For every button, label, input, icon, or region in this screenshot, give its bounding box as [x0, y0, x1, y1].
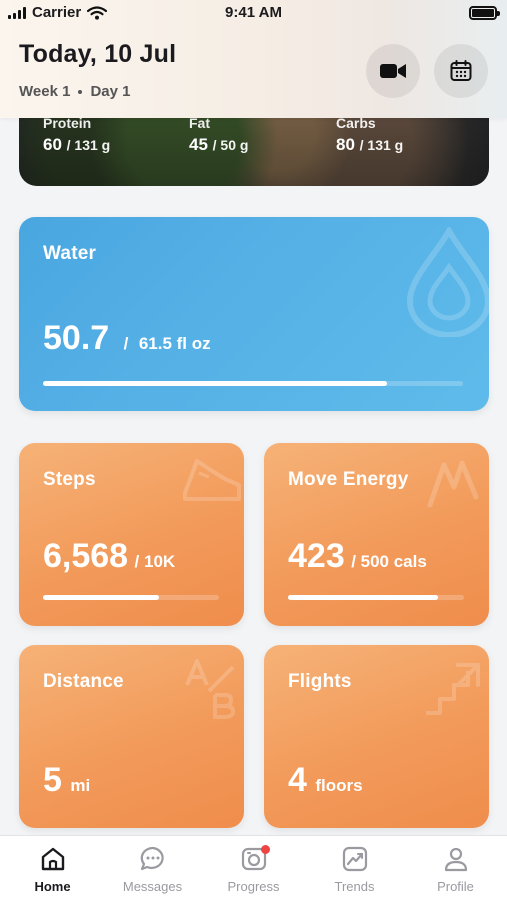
notification-dot: [261, 845, 270, 854]
move-energy-card[interactable]: Move Energy 423 / 500 cals: [264, 443, 489, 626]
move-energy-target: / 500 cals: [351, 552, 427, 571]
water-amount: 50.7: [43, 319, 110, 357]
calendar-button[interactable]: [434, 44, 488, 98]
status-time: 9:41 AM: [225, 4, 282, 21]
tab-trends[interactable]: Trends: [304, 844, 405, 894]
move-energy-amount: 423: [288, 537, 345, 575]
move-energy-progress-fill: [288, 595, 438, 600]
tab-home[interactable]: Home: [2, 844, 103, 894]
calendar-icon: [450, 60, 472, 81]
water-separator: /: [123, 334, 129, 353]
flights-title: Flights: [288, 671, 352, 692]
separator-dot: [78, 89, 83, 94]
tab-label: Trends: [334, 879, 375, 894]
person-icon: [444, 847, 467, 872]
water-value: 50.7 / 61.5 fl oz: [43, 319, 211, 358]
macro-target: / 131 g: [359, 137, 404, 153]
tab-bar: Home Messages Progress Trends Profile: [0, 835, 507, 900]
chat-bubble-icon: [140, 846, 164, 871]
distance-value: 5 mi: [43, 761, 90, 800]
water-drop-icon: [406, 227, 489, 337]
distance-title: Distance: [43, 671, 124, 692]
steps-progress-fill: [43, 595, 160, 600]
flights-amount: 4: [288, 761, 307, 799]
week-day-label: Week 1 Day 1: [19, 83, 130, 100]
macro-value: 60: [43, 135, 62, 154]
video-call-button[interactable]: [366, 44, 420, 98]
week-label: Week 1: [19, 83, 71, 100]
distance-unit: mi: [70, 776, 91, 795]
steps-target: / 10K: [134, 552, 176, 571]
stairs-icon: [426, 663, 480, 715]
tab-progress[interactable]: Progress: [203, 844, 304, 894]
flights-card[interactable]: Flights 4 floors: [264, 645, 489, 828]
macro-target: / 131 g: [66, 137, 111, 153]
tab-label: Home: [34, 879, 71, 894]
page-title: Today, 10 Jul: [19, 40, 177, 68]
tab-label: Progress: [227, 879, 280, 894]
route-icon: [185, 659, 236, 719]
macro-carbs: Carbs 80 / 131 g: [336, 115, 403, 155]
day-label: Day 1: [90, 83, 131, 100]
water-progress-bar: [43, 381, 463, 386]
water-card[interactable]: Water 50.7 / 61.5 fl oz: [19, 217, 489, 411]
tab-label: Profile: [437, 879, 474, 894]
lightning-icon: [427, 460, 479, 508]
battery-icon: [469, 6, 500, 20]
flights-value: 4 floors: [288, 761, 363, 800]
distance-card[interactable]: Distance 5 mi: [19, 645, 244, 828]
sneaker-icon: [183, 459, 241, 501]
move-energy-value: 423 / 500 cals: [288, 537, 427, 576]
macro-protein: Protein 60 / 131 g: [43, 115, 110, 155]
tab-label: Messages: [122, 879, 183, 894]
macro-fat: Fat 45 / 50 g: [189, 115, 248, 155]
status-bar: Carrier 9:41 AM: [0, 0, 507, 28]
steps-value: 6,568 / 10K: [43, 537, 175, 576]
macro-target: / 50 g: [212, 137, 249, 153]
flights-unit: floors: [315, 776, 363, 795]
water-target: 61.5 fl oz: [138, 334, 211, 353]
steps-progress-bar: [43, 595, 219, 600]
water-progress-fill: [43, 381, 388, 386]
home-icon: [41, 847, 64, 871]
video-camera-icon: [380, 64, 406, 78]
steps-title: Steps: [43, 469, 96, 490]
macro-value: 80: [336, 135, 355, 154]
steps-count: 6,568: [43, 537, 129, 575]
macro-value: 45: [189, 135, 208, 154]
screen: Protein 60 / 131 g Fat 45 / 50 g Carbs 8…: [0, 0, 507, 900]
tab-messages[interactable]: Messages: [102, 844, 203, 894]
move-energy-title: Move Energy: [288, 469, 409, 490]
steps-card[interactable]: Steps 6,568 / 10K: [19, 443, 244, 626]
move-energy-progress-bar: [288, 595, 464, 600]
trend-chart-icon: [342, 846, 367, 872]
water-title: Water: [43, 243, 97, 264]
distance-amount: 5: [43, 761, 62, 799]
tab-profile[interactable]: Profile: [405, 844, 506, 894]
